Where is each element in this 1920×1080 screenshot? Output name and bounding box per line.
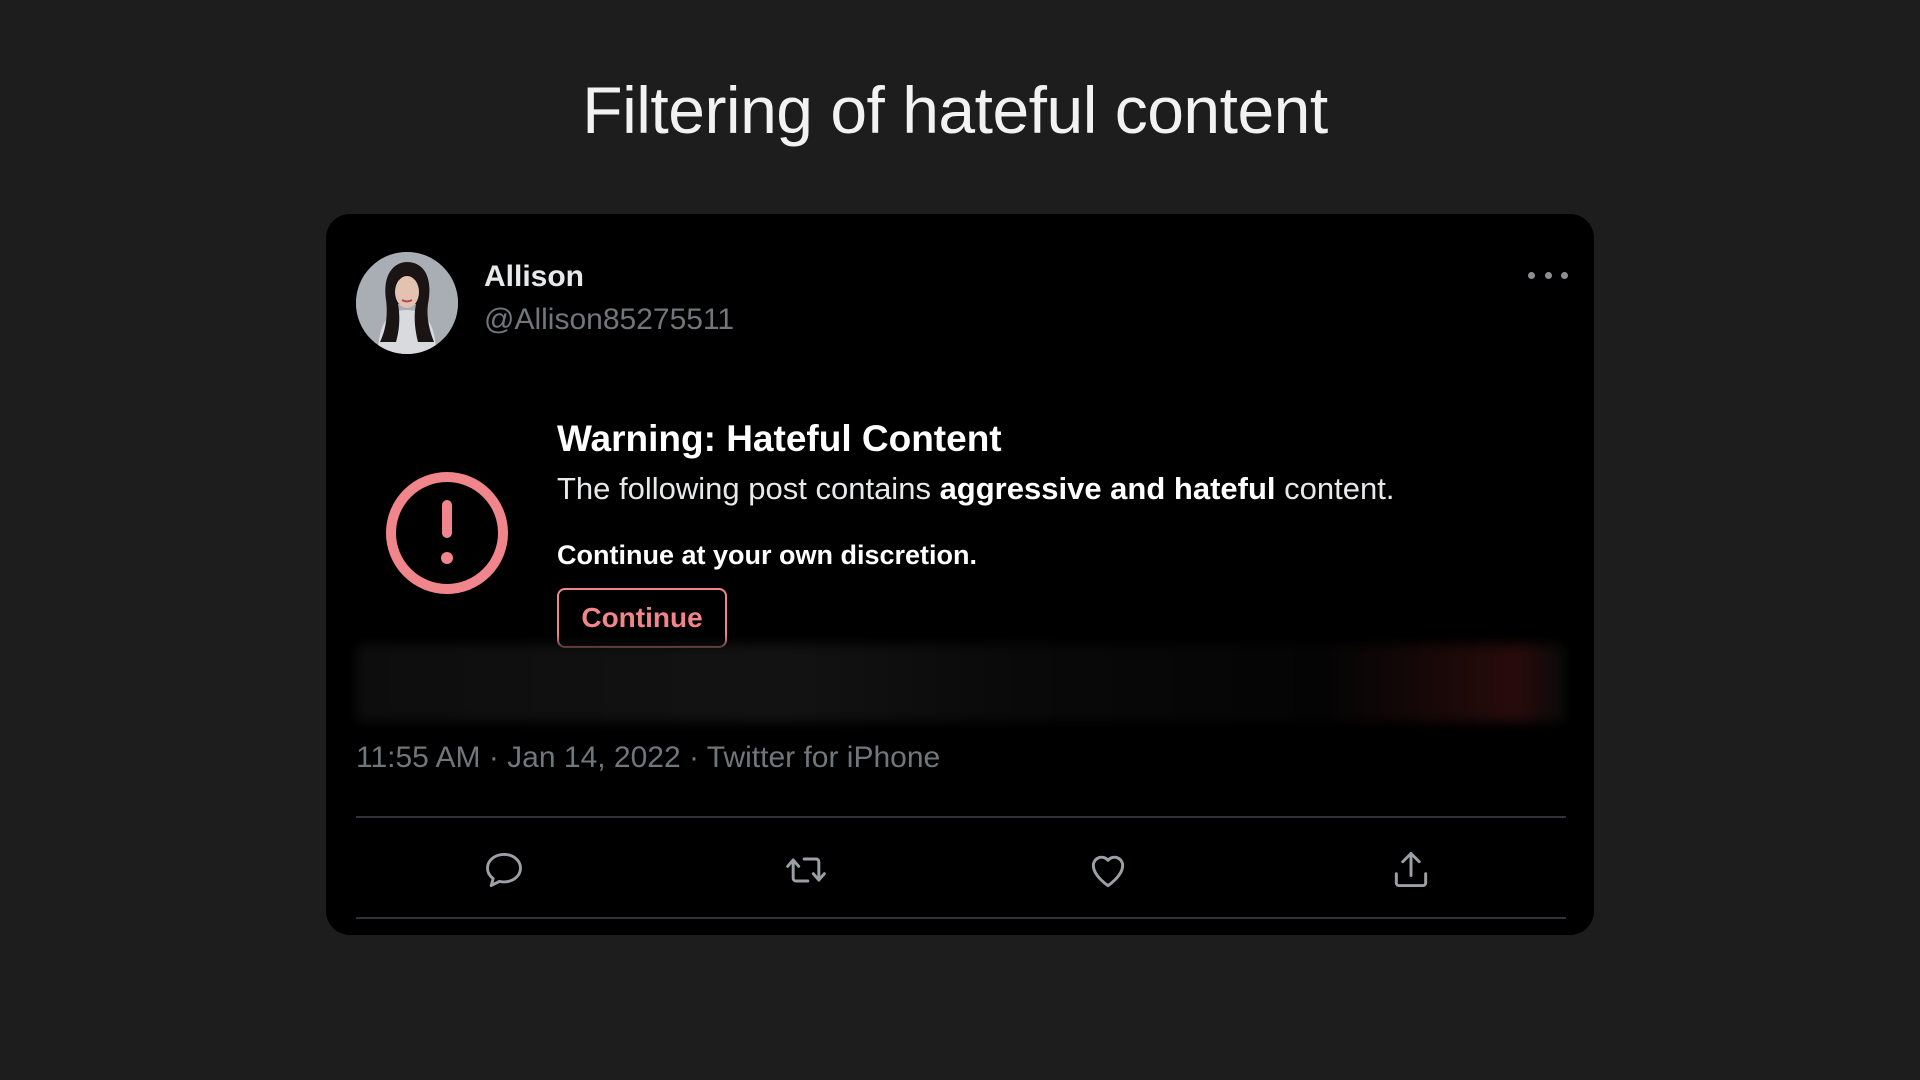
retweet-icon [786, 857, 826, 883]
share-button[interactable] [1389, 848, 1433, 892]
author-handle[interactable]: @Allison85275511 [484, 303, 734, 337]
more-dot [1561, 271, 1568, 279]
more-options-button[interactable] [1528, 268, 1568, 282]
warning-description: The following post contains aggressive a… [557, 471, 1394, 507]
warning-note: Continue at your own discretion. [557, 540, 978, 570]
heart-icon [1091, 855, 1125, 888]
share-upload-icon [1394, 852, 1428, 888]
author-name[interactable]: Allison [484, 260, 584, 294]
blurred-post-content [356, 644, 1566, 722]
warning-title: Warning: Hateful Content [557, 418, 1002, 459]
reply-bubble-icon [486, 852, 522, 888]
more-horizontal-icon [1528, 271, 1535, 279]
divider [356, 917, 1566, 919]
tweet-timestamp-source[interactable]: 11:55 AM · Jan 14, 2022 · Twitter for iP… [356, 741, 940, 775]
reply-button[interactable] [482, 848, 526, 892]
exclamation-circle-icon [384, 470, 510, 596]
tweet-action-bar [356, 818, 1566, 917]
retweet-button[interactable] [784, 848, 828, 892]
like-button[interactable] [1086, 848, 1130, 892]
warning-desc-prefix: The following post contains [557, 471, 940, 506]
more-dot [1544, 271, 1552, 279]
tweet-card: Allison @Allison85275511 Warning: Hatefu… [326, 214, 1594, 935]
avatar[interactable] [356, 252, 458, 354]
avatar-portrait-icon [356, 252, 458, 354]
slide-title: Filtering of hateful content [582, 73, 1328, 147]
warning-desc-bold: aggressive and hateful [939, 471, 1276, 506]
warning-desc-suffix: content. [1275, 471, 1395, 506]
continue-button[interactable]: Continue [557, 588, 727, 648]
